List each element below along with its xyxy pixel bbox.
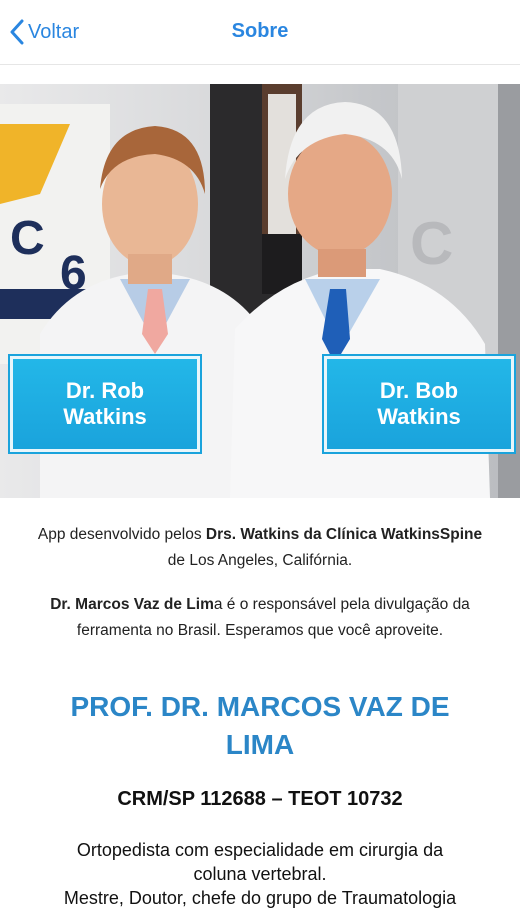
intro-bold-text: Dr. Marcos Vaz de Lim xyxy=(50,596,214,613)
specialty-line: Mestre, Doutor, chefe do grupo de Trauma… xyxy=(63,888,457,908)
svg-text:C: C xyxy=(410,210,453,277)
badge-name-line2: Watkins xyxy=(377,404,461,429)
navigation-bar: Voltar Sobre xyxy=(0,0,520,65)
intro-text: App desenvolvido pelos xyxy=(37,526,206,543)
badge-name-line1: Dr. Rob xyxy=(65,378,145,403)
intro-paragraph-1: App desenvolvido pelos Drs. Watkins da C… xyxy=(0,522,520,574)
intro-text: a é o responsável pela divulgação da xyxy=(213,596,470,613)
doctors-photo: C 6 C Dr. Rob Watkins Dr. Bob Watkins xyxy=(0,84,520,498)
intro-bold-text: Drs. Watkins da Clínica WatkinsSpine xyxy=(205,526,483,543)
intro-text-line2: ferramenta no Brasil. Esperamos que você… xyxy=(76,622,444,639)
badge-dr-rob-watkins: Dr. Rob Watkins xyxy=(10,356,200,452)
specialty-line: Ortopedista com especialidade em cirurgi… xyxy=(76,840,444,860)
intro-text-line2: de Los Angeles, Califórnia. xyxy=(167,552,353,569)
svg-text:C: C xyxy=(10,212,45,265)
page-title: Sobre xyxy=(231,20,289,42)
intro-paragraph-2: Dr. Marcos Vaz de Lima é o responsável p… xyxy=(0,592,520,644)
specialty-text: Ortopedista com especialidade em cirurgi… xyxy=(40,838,480,910)
specialty-line: coluna vertebral. xyxy=(193,864,327,884)
badge-dr-bob-watkins: Dr. Bob Watkins xyxy=(324,356,514,452)
badge-name-line1: Dr. Bob xyxy=(379,378,459,403)
profile-heading: PROF. DR. MARCOS VAZ DE LIMA xyxy=(70,691,450,760)
crm-registration: CRM/SP 112688 – TEOT 10732 xyxy=(117,788,403,810)
badge-name-line2: Watkins xyxy=(63,404,147,429)
